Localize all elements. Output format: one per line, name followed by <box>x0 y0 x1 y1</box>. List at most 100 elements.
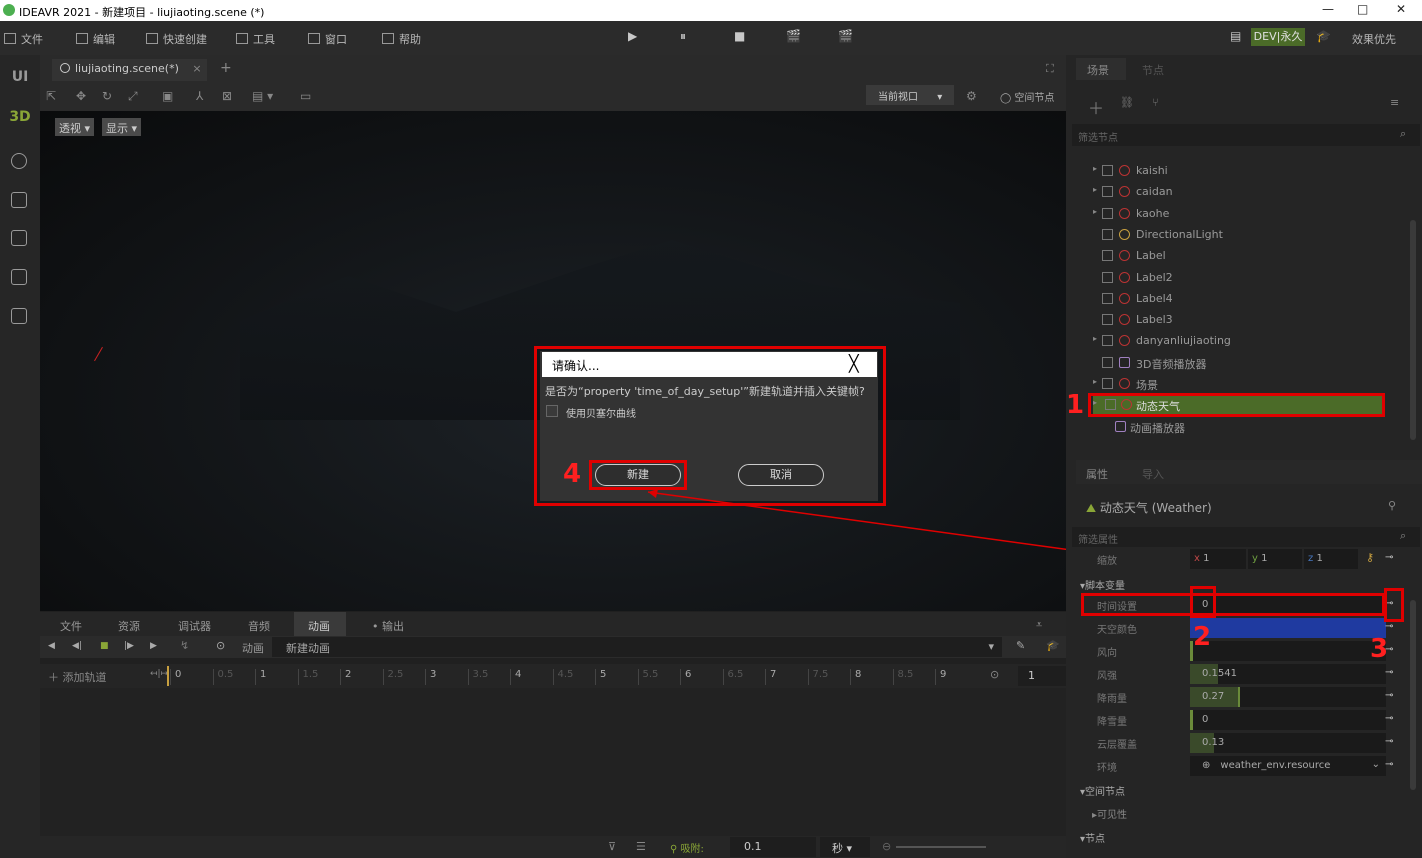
tree-item[interactable]: ▸ kaohe <box>1077 205 1407 225</box>
collapse-icon[interactable]: ⩡ <box>1036 618 1042 632</box>
filter-icon[interactable]: ⊽ <box>608 840 616 853</box>
key-icon[interactable]: ⊸ <box>1385 552 1393 563</box>
edit-anim-icon[interactable]: ✎ <box>1016 639 1025 652</box>
scale-z-field[interactable]: z 1 <box>1304 549 1358 569</box>
visibility-checkbox[interactable] <box>1102 186 1113 198</box>
key-icon[interactable]: ⊸ <box>1385 690 1393 701</box>
scale-x-field[interactable]: x 1 <box>1190 549 1246 569</box>
visibility-checkbox[interactable] <box>1102 378 1113 389</box>
zoom-fit-icon[interactable]: ↤|↦ <box>150 669 168 679</box>
list-icon[interactable]: ☰ <box>636 840 646 853</box>
tree-item[interactable]: ▸ caidan <box>1077 183 1407 203</box>
expand-icon[interactable]: ▸ <box>1093 377 1097 386</box>
expand-icon[interactable]: ▸ <box>1093 164 1097 173</box>
stop-anim-icon[interactable]: ■ <box>100 641 109 651</box>
next-frame-icon[interactable]: |▶ <box>124 641 134 651</box>
scale-row: 缩放 x 1 y 1 z 1 ⚷ ⊸ <box>1077 548 1397 570</box>
property-value[interactable] <box>1190 618 1386 638</box>
tree-item[interactable]: DirectionalLight <box>1077 226 1407 246</box>
jump-start-icon[interactable]: ◀ <box>48 641 55 651</box>
tree-item-label: danyanliujiaoting <box>1136 334 1231 348</box>
property-value[interactable]: ⊕ weather_env.resource ⌄ <box>1190 756 1386 776</box>
lock-icon[interactable]: ⚷ <box>1366 551 1374 564</box>
prev-frame-icon[interactable]: ◀| <box>72 641 82 651</box>
tab-scene-tree[interactable]: 场景 <box>1087 62 1109 78</box>
tree-item[interactable]: ▸ danyanliujiaoting <box>1077 332 1407 352</box>
key-icon[interactable]: ⊸ <box>1385 621 1393 632</box>
tab-debugger[interactable]: 调试器 <box>178 618 211 634</box>
animation-select[interactable]: 新建动画 ▾ <box>272 637 1002 657</box>
timeline-tick: 6.5 <box>722 669 743 685</box>
visibility-section[interactable]: ▸可见性 <box>1092 806 1127 821</box>
tab-resources[interactable]: 资源 <box>118 618 140 634</box>
menu-icon[interactable]: ≡ <box>1390 96 1399 109</box>
tree-item[interactable]: Label <box>1077 247 1407 267</box>
scale-y-field[interactable]: y 1 <box>1248 549 1302 569</box>
property-value[interactable]: 0.13 <box>1190 733 1386 753</box>
inspector-options-icon[interactable]: ⚲ <box>1388 499 1396 512</box>
key-icon[interactable]: ⊸ <box>1385 759 1393 770</box>
tab-animation[interactable]: 动画 <box>308 618 330 634</box>
tab-file[interactable]: 文件 <box>60 618 82 634</box>
anim-hat-icon[interactable]: 🎓 <box>1046 639 1060 652</box>
anim-settings-icon[interactable]: ⊙ <box>216 639 225 652</box>
expand-icon[interactable]: ▸ <box>1093 334 1097 343</box>
tree-item[interactable]: ▸ 场景 <box>1077 375 1407 395</box>
property-label: 降雨量 <box>1097 694 1127 705</box>
tree-item-label: kaohe <box>1136 206 1170 220</box>
tree-item[interactable]: 3D音频播放器 <box>1077 354 1407 374</box>
play-anim-icon[interactable]: ▶ <box>150 641 157 651</box>
tree-scrollbar[interactable] <box>1410 220 1416 440</box>
tab-node[interactable]: 节点 <box>1142 62 1164 78</box>
key-icon[interactable]: ⊸ <box>1385 736 1393 747</box>
anim-length-field[interactable]: 1 <box>1018 666 1066 686</box>
tree-item[interactable]: 动画播放器 <box>1077 418 1407 438</box>
track-area[interactable] <box>40 688 1066 836</box>
visibility-checkbox[interactable] <box>1102 165 1113 176</box>
tab-import[interactable]: 导入 <box>1142 466 1164 482</box>
tab-audio[interactable]: 音频 <box>248 618 270 634</box>
property-value[interactable]: 0.1541 <box>1190 664 1386 684</box>
tree-item[interactable]: Label2 <box>1077 269 1407 289</box>
visibility-checkbox[interactable] <box>1102 271 1113 283</box>
property-label: 降雪量 <box>1097 717 1127 728</box>
property-value-text: weather_env.resource <box>1220 760 1331 771</box>
property-value[interactable]: 0 <box>1190 710 1386 730</box>
expand-icon[interactable]: ▸ <box>1093 207 1097 216</box>
key-icon[interactable]: ⊸ <box>1385 667 1393 678</box>
visibility-checkbox[interactable] <box>1102 314 1113 326</box>
tab-output[interactable]: • 输出 <box>372 618 404 634</box>
key-icon[interactable]: ⊸ <box>1385 713 1393 724</box>
visibility-checkbox[interactable] <box>1102 335 1113 347</box>
link-icon[interactable]: ⛓ <box>1120 96 1134 109</box>
zoom-slider[interactable] <box>896 846 986 848</box>
tree-item[interactable]: ▸ kaishi <box>1077 162 1407 182</box>
tab-properties[interactable]: 属性 <box>1086 466 1108 482</box>
tree-item[interactable]: Label4 <box>1077 290 1407 310</box>
playhead[interactable] <box>167 666 169 686</box>
loop-icon[interactable]: ↯ <box>180 639 189 652</box>
property-value[interactable] <box>1190 641 1386 661</box>
visibility-checkbox[interactable] <box>1102 356 1113 368</box>
visibility-checkbox[interactable] <box>1102 228 1113 240</box>
visibility-checkbox[interactable] <box>1102 292 1113 304</box>
node-filter-input[interactable]: 筛选节点 <box>1072 124 1420 146</box>
visibility-checkbox[interactable] <box>1102 250 1113 262</box>
snap-value-field[interactable]: 0.1 <box>730 837 816 857</box>
property-value[interactable]: 0.27 <box>1190 687 1386 707</box>
visibility-checkbox[interactable] <box>1102 207 1113 219</box>
property-filter-input[interactable]: 筛选属性 <box>1072 527 1420 547</box>
snap-toggle[interactable]: ⚲ 吸附: <box>670 840 704 855</box>
add-node-icon[interactable]: ＋ <box>1088 95 1104 119</box>
space-node-section[interactable]: ▾空间节点 <box>1080 783 1125 798</box>
expand-icon[interactable]: ▸ <box>1093 185 1097 194</box>
node-section[interactable]: ▾节点 <box>1080 830 1105 845</box>
add-track-button[interactable]: ＋ 添加轨道 <box>48 669 107 685</box>
timeline-tick: 6 <box>680 669 691 685</box>
inspector-scrollbar[interactable] <box>1410 600 1416 790</box>
tree-item[interactable]: Label3 <box>1077 311 1407 331</box>
instance-icon[interactable]: ⑂ <box>1152 96 1159 109</box>
script-vars-section[interactable]: ▾脚本变量 <box>1080 577 1125 592</box>
unit-dropdown[interactable]: 秒 ▾ <box>820 837 870 857</box>
property-label: 天空颜色 <box>1097 625 1137 636</box>
